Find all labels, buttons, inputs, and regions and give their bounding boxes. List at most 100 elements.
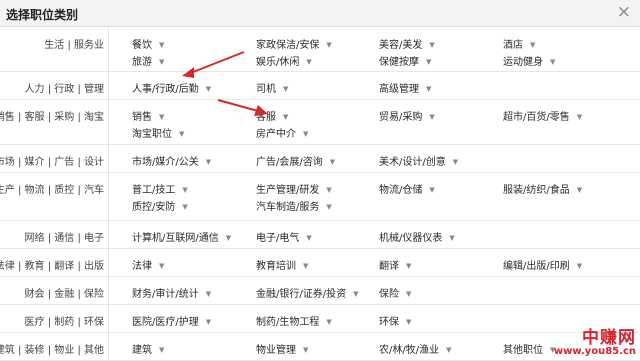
category-cell: 建筑 | 装修 | 物业 | 其他	[0, 333, 109, 360]
category-row: 市场 | 媒介 | 广告 | 设计 市场/媒介/公关 ▼ 广告/会展/咨询 ▼ 美术/设计…	[0, 145, 640, 173]
job-option-label: 法律	[132, 261, 152, 272]
caret-down-icon: ▼	[205, 318, 212, 326]
job-option-label: 金融/银行/证券/投资	[256, 289, 347, 300]
job-option[interactable]: 质控/安防 ▼	[132, 198, 188, 213]
job-option[interactable]: 超市/百货/零售 ▼	[503, 108, 582, 123]
job-option[interactable]: 财务/审计/统计 ▼	[132, 285, 211, 300]
caret-down-icon: ▼	[159, 346, 165, 354]
category-cell: 网络 | 通信 | 电子	[0, 221, 109, 248]
caret-down-icon: ▼	[159, 113, 165, 121]
caret-down-icon: ▼	[159, 262, 165, 270]
category-cell: 法律 | 教育 | 翻译 | 出版	[0, 249, 109, 276]
job-option-label: 物业管理	[256, 345, 296, 356]
close-icon[interactable]: ×	[617, 2, 631, 22]
job-option-label: 制药/生物工程	[256, 317, 320, 328]
job-option[interactable]: 建筑 ▼	[132, 341, 164, 356]
job-option[interactable]: 环保 ▼	[379, 313, 411, 328]
caret-down-icon: ▼	[426, 85, 432, 93]
category-row: 法律 | 教育 | 翻译 | 出版 法律 ▼ 教育培训 ▼ 翻译 ▼ 编辑/出版/印刷 ▼	[0, 249, 640, 277]
caret-down-icon: ▼	[283, 113, 289, 121]
category-label: 建筑 | 装修 | 物业 | 其他	[0, 345, 104, 356]
job-option[interactable]: 计算机/互联网/通信 ▼	[132, 229, 231, 244]
job-option[interactable]: 金融/银行/证券/投资 ▼	[256, 285, 359, 300]
job-option[interactable]: 生产管理/研发 ▼	[256, 181, 332, 196]
job-option-label: 电子/电气	[256, 233, 300, 244]
job-option[interactable]: 服装/纺织/食品 ▼	[503, 181, 582, 196]
caret-down-icon: ▼	[429, 113, 435, 121]
job-option[interactable]: 物业管理 ▼	[256, 341, 308, 356]
job-option[interactable]: 广告/会展/咨询 ▼	[256, 153, 335, 168]
job-option[interactable]: 娱乐/休闲 ▼	[256, 53, 312, 68]
job-option[interactable]: 运动健身 ▼	[503, 53, 555, 68]
red-arrow-1	[182, 51, 245, 78]
job-option[interactable]: 其他职位 ▼	[503, 341, 555, 356]
caret-down-icon: ▼	[429, 41, 435, 49]
job-option-label: 财务/审计/统计	[132, 289, 199, 300]
category-label: 法律 | 教育 | 翻译 | 出版	[0, 261, 104, 272]
job-option[interactable]: 教育培训 ▼	[256, 257, 308, 272]
caret-down-icon: ▼	[283, 85, 289, 93]
category-row: 医疗 | 制药 | 环保 医院/医疗/护理 ▼ 制药/生物工程 ▼ 环保 ▼	[0, 305, 640, 333]
job-option[interactable]: 编辑/出版/印刷 ▼	[503, 257, 582, 272]
job-option[interactable]: 贸易/采购 ▼	[379, 108, 435, 123]
caret-down-icon: ▼	[446, 346, 452, 354]
job-option-label: 质控/安防	[132, 202, 176, 213]
job-option[interactable]: 电子/电气 ▼	[256, 229, 312, 244]
category-row: 网络 | 通信 | 电子 计算机/互联网/通信 ▼ 电子/电气 ▼ 机械/仪器仪表 ▼	[0, 221, 640, 249]
job-option[interactable]: 旅游 ▼	[132, 53, 164, 68]
caret-down-icon: ▼	[303, 130, 309, 138]
job-option[interactable]: 淘宝职位 ▼	[132, 125, 184, 140]
job-option[interactable]: 美术/设计/创意 ▼	[379, 153, 458, 168]
category-cell: 销售 | 客服 | 采购 | 淘宝	[0, 100, 109, 144]
job-option[interactable]: 农/林/牧/渔业 ▼	[379, 341, 452, 356]
job-option-label: 美术/设计/创意	[379, 157, 446, 168]
caret-down-icon: ▼	[530, 41, 536, 49]
job-option-label: 医院/医疗/护理	[132, 317, 199, 328]
job-option[interactable]: 物流/仓储 ▼	[379, 181, 435, 196]
job-option-label: 房产中介	[256, 129, 296, 140]
job-option[interactable]: 司机 ▼	[256, 80, 288, 95]
category-label: 财会 | 金融 | 保险	[24, 289, 104, 300]
job-option-label: 市场/媒介/公关	[132, 157, 199, 168]
job-option[interactable]: 法律 ▼	[132, 257, 164, 272]
caret-down-icon: ▼	[353, 290, 359, 298]
job-option[interactable]: 房产中介 ▼	[256, 125, 308, 140]
job-option-label: 农/林/牧/渔业	[379, 345, 440, 356]
job-option-label: 建筑	[132, 345, 152, 356]
job-option-label: 酒店	[503, 40, 523, 51]
job-option[interactable]: 家政保洁/安保 ▼	[256, 36, 332, 51]
job-option[interactable]: 制药/生物工程 ▼	[256, 313, 332, 328]
job-option[interactable]: 市场/媒介/公关 ▼	[132, 153, 211, 168]
job-option[interactable]: 销售 ▼	[132, 108, 164, 123]
caret-down-icon: ▼	[182, 186, 188, 194]
category-label: 销售 | 客服 | 采购 | 淘宝	[0, 112, 104, 123]
caret-down-icon: ▼	[576, 262, 583, 270]
job-option-label: 贸易/采购	[379, 112, 423, 123]
category-cell: 生活 | 服务业	[0, 28, 109, 71]
job-option[interactable]: 高级管理 ▼	[379, 80, 431, 95]
job-option[interactable]: 翻译 ▼	[379, 257, 411, 272]
category-row: 建筑 | 装修 | 物业 | 其他 建筑 ▼ 物业管理 ▼ 农/林/牧/渔业 ▼ 其他职位 ▼	[0, 333, 640, 361]
watermark: 中赚网 www.you85.cn	[554, 323, 636, 357]
job-option[interactable]: 酒店 ▼	[503, 36, 535, 51]
job-option-label: 机械/仪器仪表	[379, 233, 443, 244]
category-cell: 生产 | 物流 | 质控 | 汽车	[0, 173, 109, 220]
job-option[interactable]: 医院/医疗/护理 ▼	[132, 313, 211, 328]
caret-down-icon: ▼	[159, 58, 165, 66]
caret-down-icon: ▼	[576, 113, 583, 121]
category-cell: 财会 | 金融 | 保险	[0, 277, 109, 304]
job-option-label: 环保	[379, 317, 399, 328]
caret-down-icon: ▼	[326, 186, 332, 194]
job-option-label: 翻译	[379, 261, 399, 272]
job-option[interactable]: 美容/美发 ▼	[379, 36, 435, 51]
job-option[interactable]: 餐饮 ▼	[132, 36, 164, 51]
job-option-label: 家政保洁/安保	[256, 40, 320, 51]
job-option[interactable]: 保健按摩 ▼	[379, 53, 431, 68]
watermark-title: 中赚网	[582, 328, 636, 348]
job-option[interactable]: 保险 ▼	[379, 285, 411, 300]
job-option-label: 淘宝职位	[132, 129, 172, 140]
job-option[interactable]: 汽车制造/服务 ▼	[256, 198, 332, 213]
job-option[interactable]: 普工/技工 ▼	[132, 181, 188, 196]
dialog-header: 选择职位类别 ×	[0, 0, 640, 27]
job-option[interactable]: 机械/仪器仪表 ▼	[379, 229, 455, 244]
